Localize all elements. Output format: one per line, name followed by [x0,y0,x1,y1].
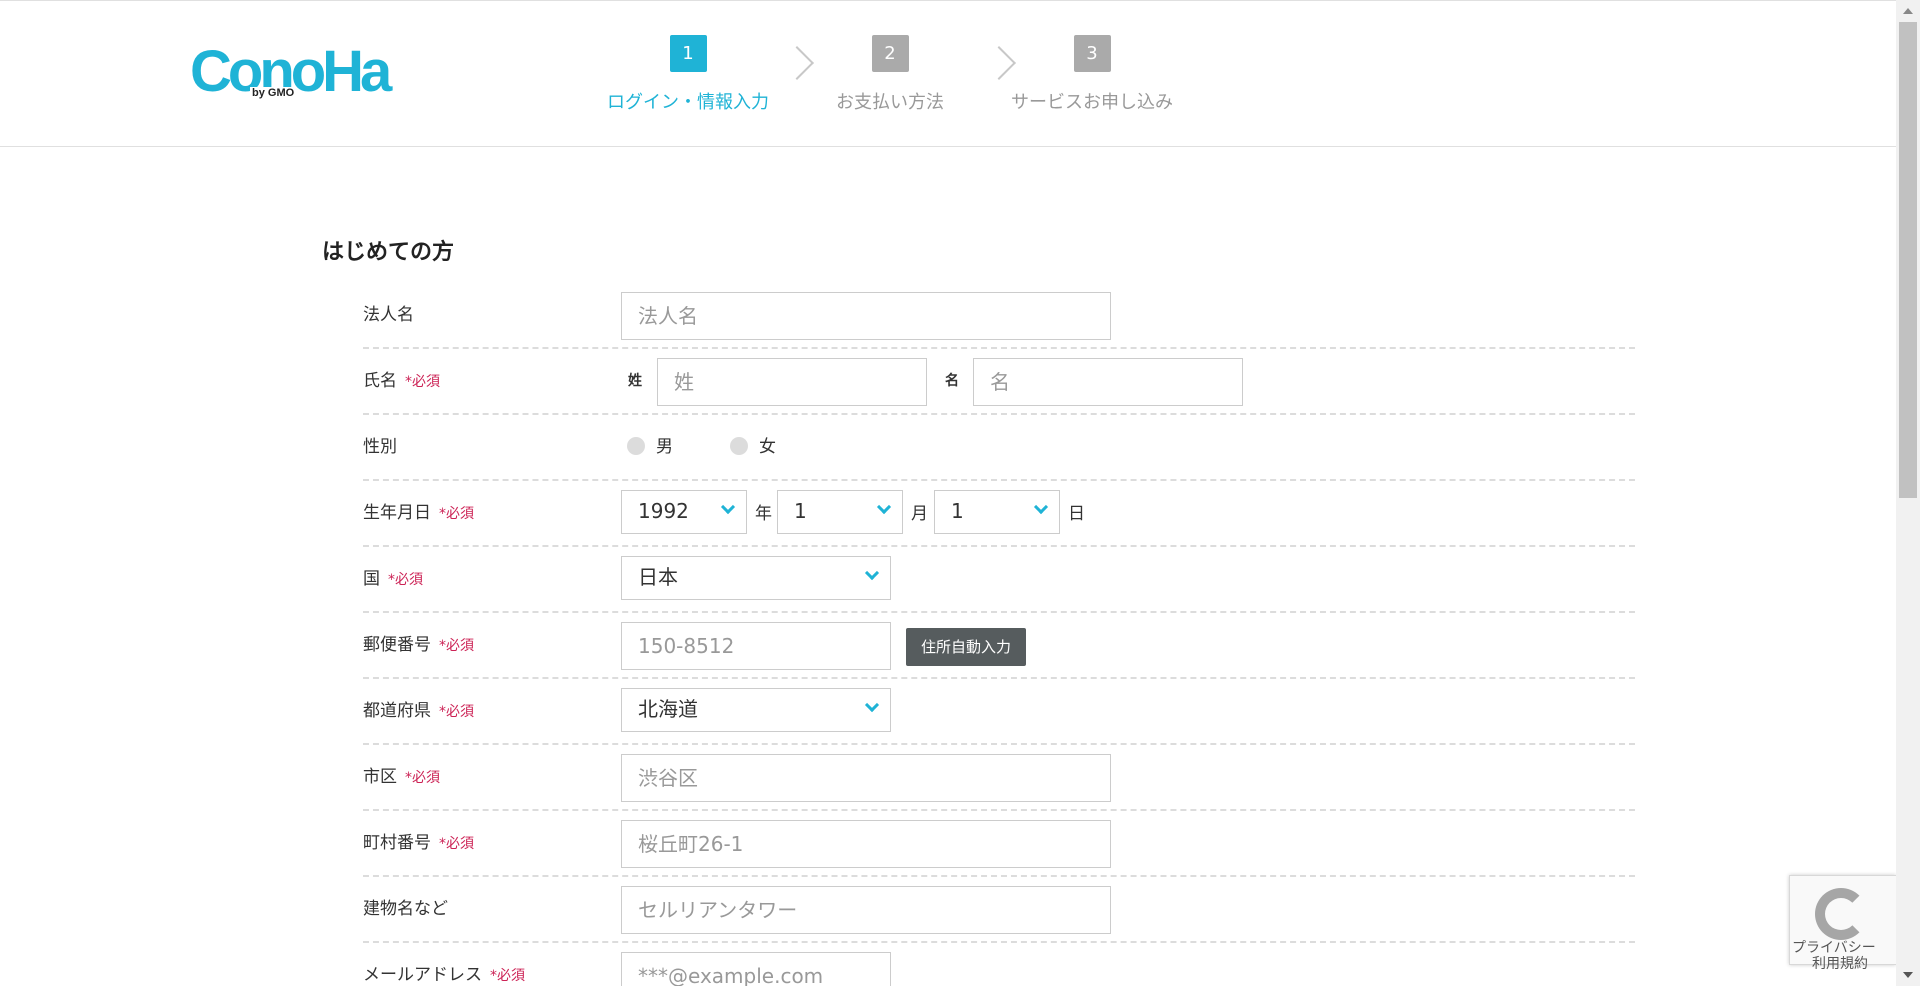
required-badge: *必須 [439,638,474,654]
step-service-application: 3 サービスお申し込み [982,35,1202,114]
birthdate-label: 生年月日 *必須 [363,503,474,523]
required-badge: *必須 [439,704,474,720]
gender-male-label[interactable]: 男 [656,415,673,479]
last-name-label: 姓 [628,373,642,389]
country-label: 国 *必須 [363,569,423,589]
first-name-input[interactable]: 名 [973,358,1243,406]
gender-label: 性別 [363,437,397,457]
step-login-info: 1 ログイン・情報入力 [578,35,798,114]
gender-female-radio[interactable] [730,437,748,455]
required-badge: *必須 [388,572,423,588]
header: ConoHa by GMO 1 ログイン・情報入力 2 お支払い方法 3 サービ… [0,0,1896,147]
required-badge: *必須 [439,506,474,522]
row-email: メールアドレス *必須 ***@example.com [363,943,1635,986]
required-badge: *必須 [405,374,440,390]
recaptcha-badge[interactable]: プライバシー 利用規約 [1789,875,1896,972]
row-birthdate: 生年月日 *必須 1992 年 1 月 1 日 [363,481,1635,547]
birth-year-select[interactable]: 1992 [621,490,747,534]
company-label: 法人名 [363,305,414,325]
scroll-thumb[interactable] [1899,22,1917,498]
row-company: 法人名 法人名 [363,283,1635,349]
birth-day-select[interactable]: 1 [934,490,1060,534]
company-input[interactable]: 法人名 [621,292,1111,340]
page-scrollbar[interactable] [1896,0,1920,986]
recaptcha-icon [1815,888,1867,940]
scroll-down-icon[interactable] [1896,966,1920,986]
email-input[interactable]: ***@example.com [621,952,891,986]
prefecture-label: 都道府県 *必須 [363,701,474,721]
gender-female-label[interactable]: 女 [759,415,776,479]
day-unit: 日 [1068,504,1085,524]
row-name: 氏名 *必須 姓 姓 名 名 [363,349,1635,415]
last-name-input[interactable]: 姓 [657,358,927,406]
postal-input[interactable]: 150-8512 [621,622,891,670]
chevron-down-icon [720,499,736,515]
required-badge: *必須 [405,770,440,786]
chevron-down-icon [864,565,880,581]
step-number: 1 [669,35,707,72]
country-select[interactable]: 日本 [621,556,891,600]
step-number: 3 [1073,35,1111,72]
row-gender: 性別 男 女 [363,415,1635,481]
recaptcha-links: プライバシー 利用規約 [1792,940,1902,972]
gender-male-radio[interactable] [627,437,645,455]
city-input[interactable]: 渋谷区 [621,754,1111,802]
chevron-down-icon [876,499,892,515]
scroll-up-icon[interactable] [1896,0,1920,20]
progress-steps: 1 ログイン・情報入力 2 お支払い方法 3 サービスお申し込み [0,1,1896,148]
row-city: 市区 *必須 渋谷区 [363,745,1635,811]
step-payment-method: 2 お支払い方法 [780,35,1000,114]
building-label: 建物名など [363,899,448,919]
name-label: 氏名 *必須 [363,371,440,391]
city-label: 市区 *必須 [363,767,440,787]
town-input[interactable]: 桜丘町26-1 [621,820,1111,868]
building-input[interactable]: セルリアンタワー [621,886,1111,934]
chevron-down-icon [1033,499,1049,515]
row-postal: 郵便番号 *必須 150-8512 住所自動入力 [363,613,1635,679]
town-label: 町村番号 *必須 [363,833,474,853]
step-label: サービスお申し込み [1011,92,1173,113]
step-label: ログイン・情報入力 [607,92,769,113]
prefecture-select[interactable]: 北海道 [621,688,891,732]
required-badge: *必須 [490,968,525,984]
first-name-label: 名 [945,373,959,389]
terms-link[interactable]: 利用規約 [1792,956,1902,972]
month-unit: 月 [911,504,928,524]
year-unit: 年 [755,504,772,524]
row-building: 建物名など セルリアンタワー [363,877,1635,943]
chevron-down-icon [864,697,880,713]
row-town: 町村番号 *必須 桜丘町26-1 [363,811,1635,877]
step-label: お支払い方法 [836,92,944,113]
section-title: はじめての方 [322,240,455,265]
row-country: 国 *必須 日本 [363,547,1635,613]
address-autofill-button[interactable]: 住所自動入力 [906,628,1026,666]
postal-label: 郵便番号 *必須 [363,635,474,655]
birth-month-select[interactable]: 1 [777,490,903,534]
page: ConoHa by GMO 1 ログイン・情報入力 2 お支払い方法 3 サービ… [0,0,1920,986]
step-number: 2 [871,35,909,72]
email-label: メールアドレス *必須 [363,965,525,985]
required-badge: *必須 [439,836,474,852]
row-prefecture: 都道府県 *必須 北海道 [363,679,1635,745]
privacy-link[interactable]: プライバシー [1792,940,1902,956]
